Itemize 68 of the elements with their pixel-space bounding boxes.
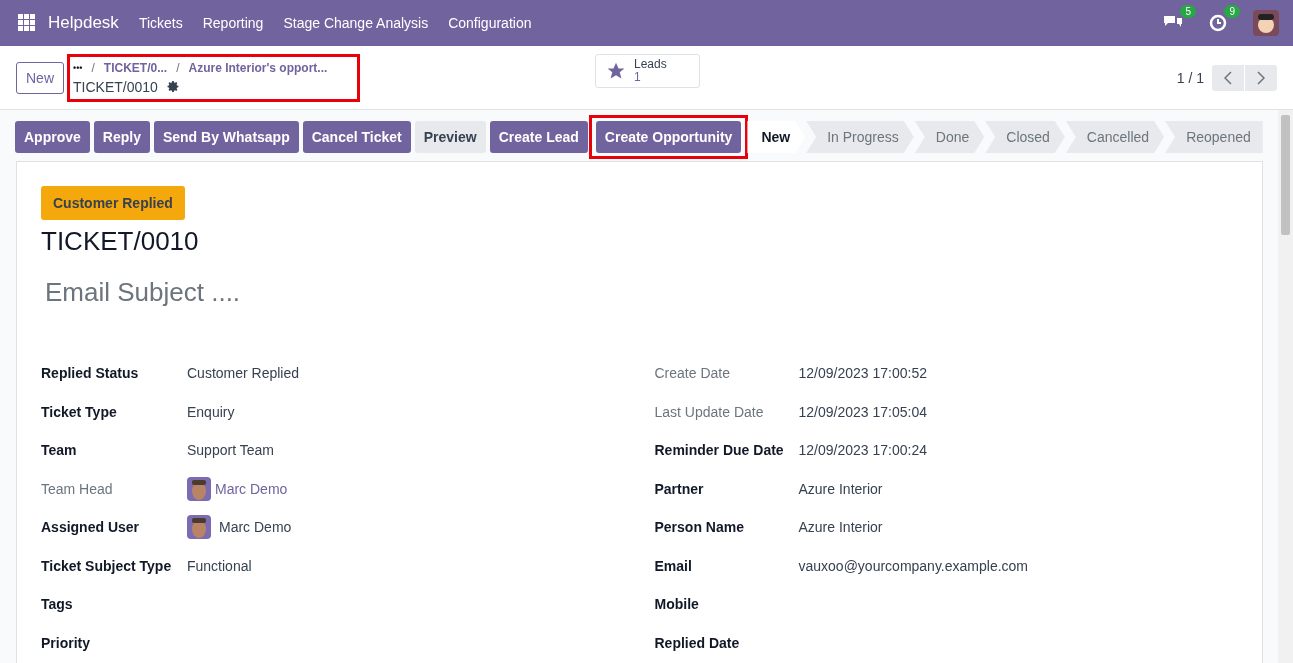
field-label: Assigned User [41,519,140,536]
user-link[interactable]: Marc Demo [215,480,288,497]
action-button[interactable]: Cancel Ticket [302,121,411,153]
new-button[interactable]: New [16,61,64,94]
field-label: Team [41,442,77,459]
action-button[interactable]: Reply [93,121,150,153]
chevron-left-icon [1224,70,1232,85]
field-label: Priority [41,634,90,651]
field-value: Enquiry [187,403,235,420]
pager-value: 1 / 1 [1176,69,1204,86]
field-value: Functional [187,557,252,574]
field-label: Tags [41,596,73,613]
stage-step[interactable]: Reopened [1165,121,1263,153]
breadcrumb-separator: / [176,60,180,75]
breadcrumb-link[interactable]: TICKET/0... [103,60,168,75]
breadcrumb-more[interactable]: ••• [73,62,83,73]
field-label: Person Name [654,519,744,536]
breadcrumb-link[interactable]: Azure Interior's opport... [188,60,328,75]
stage-step[interactable]: Closed [985,121,1065,153]
app-name[interactable]: Helpdesk [48,13,119,33]
field-value: 12/09/2023 17:00:52 [798,365,927,382]
field-value: Azure Interior [798,519,883,536]
stage-step[interactable]: Done [914,121,985,153]
status-badge: Customer Replied [41,186,185,220]
field-label: Partner [654,480,704,497]
field-label: Replied Status [41,365,139,382]
user-avatar-icon[interactable] [1253,10,1279,36]
field-value: 12/09/2023 17:05:04 [798,403,927,420]
clock-icon[interactable] [1209,14,1227,32]
field-label: Create Date [654,365,730,382]
action-button[interactable]: Send By Whatsapp [153,121,299,153]
star-icon [606,61,626,81]
field-value: Support Team [187,442,274,459]
field-label: Last Update Date [654,403,764,420]
field-value: Marc Demo [219,519,292,536]
action-button[interactable]: Create Opportunity [595,121,742,153]
menu-item[interactable]: Stage Change Analysis [283,15,429,31]
apps-grid-icon[interactable] [18,14,36,32]
field-label: Replied Date [654,634,740,651]
field-value: vauxoo@yourcompany.example.com [798,557,1028,574]
field-label: Team Head [41,480,113,497]
action-button[interactable]: Preview [414,121,486,153]
leads-smart-button[interactable]: Leads 1 [595,54,700,88]
menu-item[interactable]: Reporting [202,15,264,31]
field-label: Ticket Subject Type [41,557,172,574]
activity-count-badge: 9 [1224,5,1240,18]
field-label: Mobile [654,596,699,613]
action-button[interactable]: Approve [15,121,90,153]
field-value: 12/09/2023 17:00:24 [798,442,927,459]
field-label: Reminder Due Date [654,442,784,459]
avatar-icon [187,476,211,501]
avatar-icon [187,515,211,540]
ticket-title: TICKET/0010 [41,226,200,257]
stage-step[interactable]: Cancelled [1065,121,1165,153]
field-value: Azure Interior [798,480,883,497]
settings-icon[interactable] [166,80,180,93]
menu-item[interactable]: Configuration [448,15,532,31]
action-button[interactable]: Create Lead [489,121,588,153]
stage-step[interactable]: In Progress [806,121,914,153]
menu-item[interactable]: Tickets [138,15,183,31]
breadcrumb-separator: / [91,60,95,75]
field-label: Email [654,557,692,574]
field-label: Ticket Type [41,403,117,420]
stage-step[interactable]: New [747,121,806,153]
field-value: Customer Replied [187,365,300,382]
message-count-badge: 5 [1180,5,1196,18]
chevron-right-icon [1257,70,1265,85]
record-name: TICKET/0010 [73,78,158,95]
